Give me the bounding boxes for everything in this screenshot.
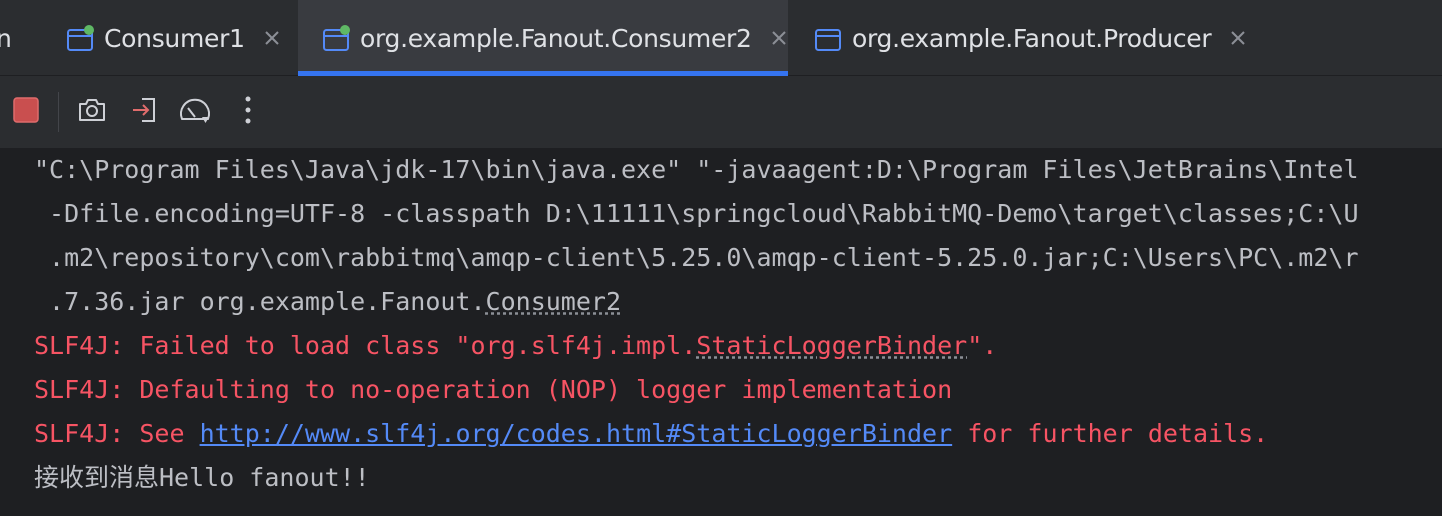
gauge-icon: [178, 95, 214, 129]
main-class-name[interactable]: Consumer2: [486, 287, 621, 316]
close-icon[interactable]: [770, 29, 788, 47]
run-window-icon: [66, 25, 94, 51]
class-reference[interactable]: StaticLoggerBinder: [696, 331, 967, 360]
camera-icon: [77, 96, 107, 128]
more-vertical-icon: [244, 96, 252, 128]
stop-icon: [12, 96, 40, 128]
stop-button[interactable]: [8, 94, 44, 130]
console-command-line-3: .m2\repository\com\rabbitmq\amqp-client\…: [34, 243, 1359, 272]
command-text: .7.36.jar org.example.Fanout.: [34, 287, 486, 316]
error-text: for further details.: [952, 419, 1269, 448]
run-toolbar: [0, 76, 1442, 148]
tab-partial-label: n: [0, 23, 12, 53]
run-window-icon: [814, 25, 841, 51]
more-options-button[interactable]: [230, 94, 266, 130]
dump-threads-button[interactable]: [74, 94, 110, 130]
profiler-button[interactable]: [178, 94, 214, 130]
close-icon[interactable]: [1229, 29, 1247, 47]
run-tab-bar: n Consumer1 org.example.Fanout.Consumer2…: [0, 0, 1442, 76]
console-command-line-1: "C:\Program Files\Java\jdk-17\bin\java.e…: [34, 155, 1359, 184]
slf4j-error-line-2: SLF4J: Defaulting to no-operation (NOP) …: [34, 375, 953, 404]
tab-consumer1[interactable]: Consumer1: [66, 0, 281, 76]
slf4j-error-line-3: SLF4J: See http://www.slf4j.org/codes.ht…: [34, 412, 1268, 456]
run-window-icon: [322, 25, 350, 51]
tab-label: org.example.Fanout.Consumer2: [360, 23, 752, 53]
console-command-line-2: -Dfile.encoding=UTF-8 -classpath D:\1111…: [34, 199, 1359, 228]
tab-label: org.example.Fanout.Producer: [852, 23, 1212, 53]
slf4j-docs-link[interactable]: http://www.slf4j.org/codes.html#StaticLo…: [200, 419, 953, 448]
tab-fanout-producer[interactable]: org.example.Fanout.Producer: [814, 0, 1247, 76]
error-text: SLF4J: See: [34, 419, 200, 448]
console-output[interactable]: "C:\Program Files\Java\jdk-17\bin\java.e…: [0, 148, 1442, 516]
error-text: ".: [967, 331, 998, 360]
console-command-line-4: .7.36.jar org.example.Fanout.Consumer2: [34, 280, 621, 324]
slf4j-error-line-1: SLF4J: Failed to load class "org.slf4j.i…: [34, 324, 997, 368]
exit-icon: [130, 95, 160, 129]
close-icon[interactable]: [263, 29, 281, 47]
tab-fanout-consumer2[interactable]: org.example.Fanout.Consumer2: [298, 0, 788, 76]
tab-label: Consumer1: [104, 23, 245, 53]
toolbar-separator: [58, 92, 59, 132]
tab-partial[interactable]: n: [0, 0, 12, 76]
console-message-output: 接收到消息Hello fanout!!: [34, 463, 370, 492]
exit-button[interactable]: [127, 94, 163, 130]
error-text: SLF4J: Failed to load class "org.slf4j.i…: [34, 331, 697, 360]
